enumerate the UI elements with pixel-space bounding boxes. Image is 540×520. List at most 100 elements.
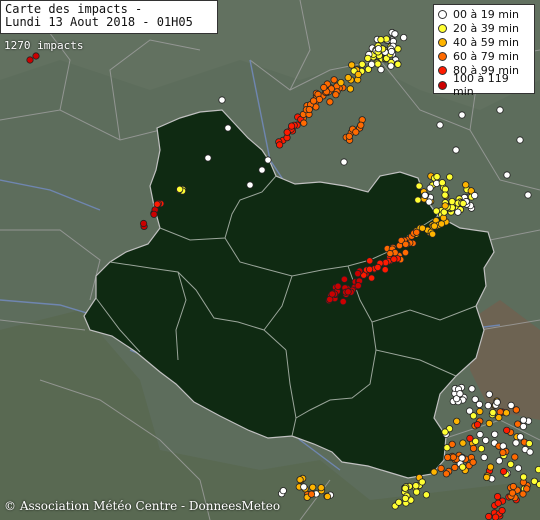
lightning-impact [344, 74, 352, 82]
lightning-impact [485, 512, 493, 520]
lightning-impact [421, 191, 429, 199]
lightning-impact [315, 95, 323, 104]
lightning-impact [418, 478, 426, 486]
lightning-impact [387, 62, 395, 70]
lightning-impact [482, 436, 490, 444]
lightning-impact [458, 463, 467, 471]
lightning-impact [334, 282, 342, 290]
lightning-impact [494, 499, 502, 507]
lightning-impact [283, 128, 291, 136]
lightning-impact [381, 266, 389, 274]
lightning-impact [469, 458, 477, 466]
lightning-impact [493, 492, 502, 501]
lightning-impact [443, 453, 452, 461]
lightning-impact [432, 207, 440, 215]
lightning-impact [452, 146, 460, 154]
lightning-impact [402, 240, 410, 248]
lightning-impact [412, 482, 420, 490]
lightning-impact [502, 409, 510, 417]
lightning-impact [519, 490, 527, 498]
lightning-impact [446, 173, 454, 181]
lightning-impact [394, 60, 402, 68]
lightning-impact [480, 453, 488, 461]
lightning-impact [509, 482, 517, 491]
lightning-impact [279, 487, 287, 495]
lightning-impact [496, 106, 504, 114]
lightning-impact [307, 490, 316, 498]
lightning-impact [485, 390, 493, 398]
lightning-impact [516, 433, 525, 441]
map-title-box: Carte des impacts - Lundi 13 Aout 2018 -… [0, 0, 218, 34]
lightning-impact [503, 426, 511, 434]
lightning-impact [374, 45, 383, 53]
lightning-impact [430, 222, 438, 230]
lightning-impact [386, 249, 394, 258]
lightning-impact [348, 61, 356, 69]
lightning-impact [300, 119, 308, 127]
legend-label: 00 à 19 min [453, 7, 519, 21]
lightning-impact [26, 56, 34, 64]
legend-label: 40 à 59 min [453, 35, 519, 49]
lightning-impact [438, 179, 446, 187]
lightning-impact [512, 439, 520, 447]
lightning-impact [300, 483, 308, 491]
legend-item: 40 à 59 min [438, 35, 530, 49]
legend: 00 à 19 min 20 à 39 min 40 à 59 min 60 à… [433, 4, 535, 98]
lightning-impact [430, 468, 438, 476]
lightning-impact [365, 265, 374, 273]
lightning-impact [476, 407, 484, 416]
lightning-impact [400, 33, 408, 42]
lightning-impact [204, 154, 212, 162]
lightning-impact [525, 439, 533, 448]
lightning-impact [309, 97, 318, 105]
lightning-impact [218, 96, 226, 104]
lightning-impact [486, 463, 495, 471]
lightning-impact [516, 136, 524, 144]
lightning-impact [415, 182, 423, 190]
lightning-impact [326, 98, 334, 106]
lightning-impact [340, 275, 348, 283]
lightning-impact [366, 257, 374, 265]
lightning-impact [456, 390, 464, 398]
lightning-impact [344, 288, 352, 296]
lightning-impact [507, 460, 515, 468]
lightning-impact [377, 36, 385, 44]
lightning-impact [469, 412, 478, 420]
lightning-impact [275, 141, 284, 149]
lightning-impact [176, 185, 184, 193]
lightning-impact [224, 124, 232, 132]
lightning-impact [536, 480, 540, 489]
lightning-impact [150, 210, 158, 218]
lightning-impact [441, 428, 449, 436]
lightning-impact [524, 191, 532, 199]
lightning-impact [395, 498, 403, 506]
lightning-impact [519, 473, 528, 481]
lightning-impact [401, 494, 409, 502]
legend-label: 60 à 79 min [453, 50, 519, 64]
lightning-impact [428, 230, 437, 238]
lightning-impact [377, 66, 385, 74]
lightning-impact [339, 297, 347, 306]
lightning-impact [448, 198, 456, 206]
lightning-impact [352, 128, 360, 136]
lightning-impact [391, 30, 399, 38]
lightning-impact [493, 398, 501, 406]
lightning-impact [468, 385, 476, 393]
legend-swatch [438, 9, 447, 19]
lightning-impact [483, 473, 491, 481]
lightning-impact [418, 224, 426, 232]
lightning-impact [328, 290, 336, 298]
legend-swatch [438, 80, 447, 90]
map-title-line2: Lundi 13 Aout 2018 - 01H05 [5, 15, 193, 29]
lightning-impact [489, 408, 497, 417]
lightning-impact [358, 60, 366, 68]
lightning-impact [305, 105, 313, 114]
lightning-impact [345, 132, 353, 140]
lightning-impact [442, 470, 450, 478]
lightning-impact [508, 489, 517, 497]
lightning-impact [433, 173, 441, 181]
lightning-impact [340, 158, 348, 166]
lightning-impact [412, 228, 421, 236]
lightning-impact [337, 79, 345, 87]
lightning-impact [414, 196, 422, 204]
